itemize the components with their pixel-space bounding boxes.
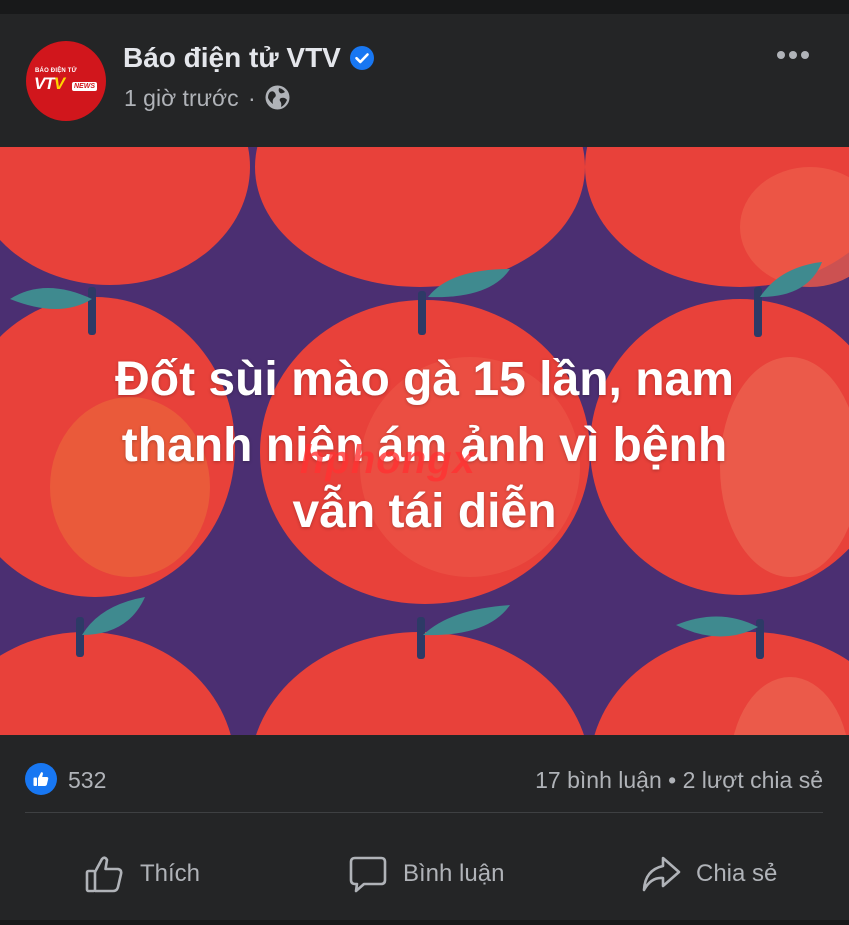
globe-icon [265,85,290,110]
comment-button[interactable]: Bình luận [347,827,504,920]
avatar-logo: VTV [34,74,65,94]
share-label: Chia sẻ [696,859,778,887]
avatar-logo-accent: V [53,74,65,93]
bottom-bar [0,920,849,925]
post-header: BÁO ĐIỆN TỬ VTV NEWS Báo điện tử VTV 1 g… [0,14,849,147]
page-avatar[interactable]: BÁO ĐIỆN TỬ VTV NEWS [26,41,106,121]
avatar-news-text: NEWS [72,82,97,91]
headline-line-1: Đốt sùi mào gà 15 lần, nam [115,353,734,406]
share-icon [642,856,681,891]
verified-badge-icon [350,46,374,70]
more-options-icon[interactable] [774,42,812,68]
like-button[interactable]: Thích [84,827,200,920]
thumbs-up-icon [33,772,49,786]
headline-line-3: vẫn tái diễn [292,485,557,538]
share-button[interactable]: Chia sẻ [640,827,777,920]
like-label: Thích [140,859,201,887]
like-reaction-icon[interactable] [25,763,57,795]
comment-icon [349,856,387,892]
meta-separator: · [248,85,256,111]
comment-label: Bình luận [403,859,505,887]
comments-shares-count[interactable]: 17 bình luận • 2 lượt chia sẻ [535,767,823,794]
post-image[interactable]: Đốt sùi mào gà 15 lần, nam thanh niên ám… [0,147,849,735]
watermark: hphongx [300,438,476,482]
post-card: BÁO ĐIỆN TỬ VTV NEWS Báo điện tử VTV 1 g… [0,14,849,920]
avatar-logo-text: VT [34,74,55,93]
post-time[interactable]: 1 giờ trước [124,85,239,112]
stats-divider [25,812,823,813]
page-name[interactable]: Báo điện tử VTV [123,42,341,74]
post-actions: Thích Bình luận Chia sẻ [0,827,849,920]
like-icon [85,855,123,892]
top-bar [0,0,849,14]
like-count[interactable]: 532 [68,767,106,794]
